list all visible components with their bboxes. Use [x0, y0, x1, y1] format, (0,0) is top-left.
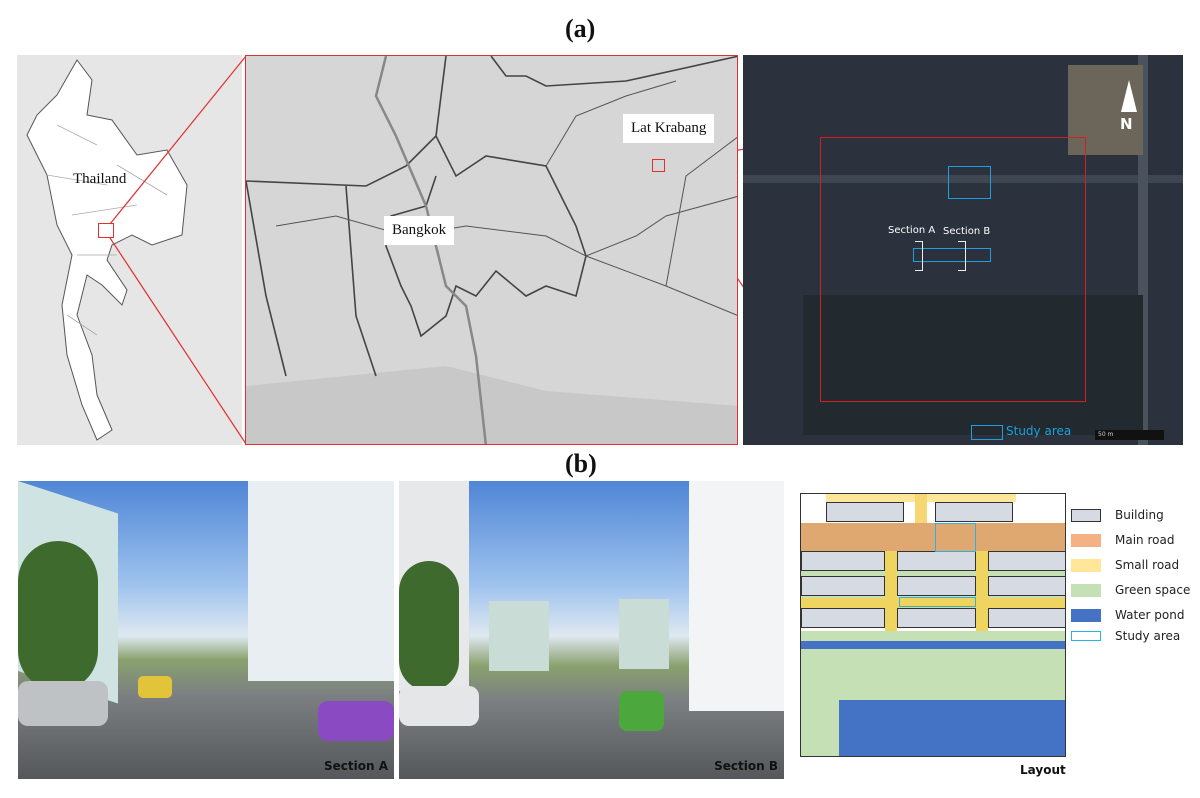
water-pond — [839, 700, 1065, 756]
legend-item-study-area: Study area — [1071, 626, 1180, 646]
building-far-right — [619, 599, 669, 669]
layout-diagram — [800, 493, 1066, 757]
study-area-swatch — [1071, 631, 1101, 641]
study-area-box-1 — [935, 523, 976, 552]
section-b-photo: Section B — [399, 481, 784, 779]
building-right — [248, 481, 394, 681]
district-label: Lat Krabang — [623, 114, 715, 143]
building-right — [689, 481, 784, 711]
legend-label: Main road — [1115, 533, 1175, 547]
legend-label: Water pond — [1115, 608, 1185, 622]
main-road-swatch — [1071, 533, 1101, 547]
building — [988, 608, 1065, 628]
building — [801, 576, 885, 596]
small-road-vertical-1 — [885, 551, 897, 631]
water-pond-swatch — [1071, 608, 1101, 622]
small-road-vertical-top — [915, 494, 927, 524]
legend-label: Building — [1115, 508, 1164, 522]
section-a-caption: Section A — [324, 759, 388, 773]
building — [935, 502, 1013, 522]
building — [801, 551, 885, 571]
section-b-marker — [958, 241, 966, 271]
scale-bar: 50 m — [1095, 430, 1164, 440]
building — [988, 551, 1065, 571]
study-area-box-1 — [948, 166, 991, 199]
purple-car — [318, 701, 394, 741]
section-a-photo: Section A — [18, 481, 394, 779]
yellow-taxi — [138, 676, 172, 698]
building — [897, 608, 976, 628]
tree — [399, 561, 459, 691]
green-strip — [801, 631, 1065, 641]
green-taxi — [619, 691, 664, 731]
study-area-legend-swatch — [971, 425, 1003, 440]
building — [988, 576, 1065, 596]
building — [826, 502, 904, 522]
building — [897, 551, 976, 571]
main-road — [801, 523, 1065, 551]
section-a-label: Section A — [888, 225, 936, 236]
satellite-image: Section A Section B N Study area 50 m — [743, 55, 1183, 445]
building-far-left — [489, 601, 549, 671]
small-road-swatch — [1071, 558, 1101, 572]
legend-label: Study area — [1115, 629, 1181, 643]
study-site-locator-box — [652, 159, 665, 172]
legend-item-small-road: Small road — [1071, 555, 1179, 575]
study-area-box-2 — [899, 597, 976, 607]
car — [18, 681, 108, 726]
water-channel — [801, 641, 1065, 649]
study-area-legend-label: Study area — [1006, 424, 1072, 438]
legend-item-green-space: Green space — [1071, 580, 1190, 600]
small-road-vertical-2 — [976, 551, 988, 631]
legend-item-main-road: Main road — [1071, 530, 1174, 550]
section-a-marker — [915, 241, 923, 271]
legend-label: Small road — [1115, 558, 1180, 572]
layout-caption: Layout — [1020, 763, 1066, 777]
building — [897, 576, 976, 596]
building-swatch — [1071, 508, 1101, 522]
white-car — [399, 686, 479, 726]
study-area-box-2 — [913, 248, 991, 262]
north-label: N — [1120, 115, 1133, 133]
north-arrow-icon — [1121, 80, 1137, 112]
building — [801, 608, 885, 628]
legend-label: Green space — [1115, 583, 1191, 597]
section-b-caption: Section B — [714, 759, 778, 773]
city-label: Bangkok — [384, 216, 455, 245]
section-b-label: Section B — [943, 226, 991, 237]
green-space-swatch — [1071, 583, 1101, 597]
legend-item-building: Building — [1071, 505, 1164, 525]
layout-legend: Building Main road Small road Green spac… — [1071, 505, 1200, 645]
tree — [18, 541, 98, 691]
legend-item-water-pond: Water pond — [1071, 605, 1184, 625]
bangkok-map: Bangkok Lat Krabang — [245, 55, 738, 445]
